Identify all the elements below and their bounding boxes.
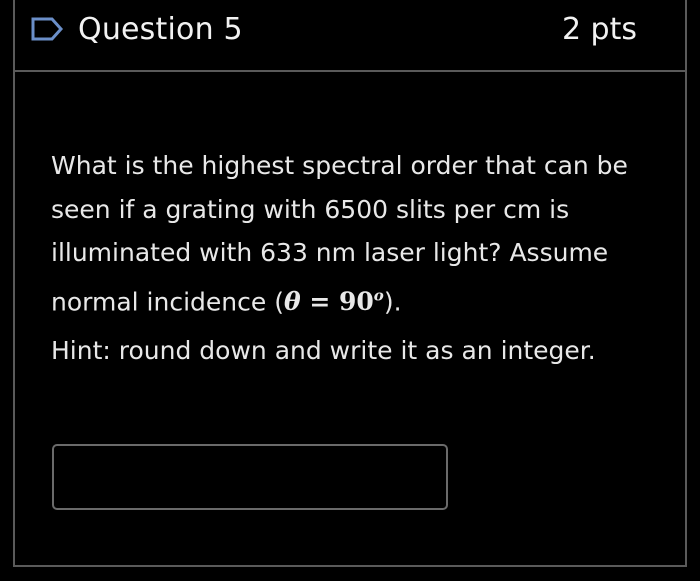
answer-input[interactable] (52, 444, 448, 510)
math-equals: = (300, 286, 339, 316)
question-prompt-end: ). (383, 286, 402, 316)
math-value: 90 (339, 286, 374, 316)
math-expression: θ = 90o (284, 287, 384, 316)
question-card: Question 5 2 pts What is the highest spe… (13, 0, 687, 567)
question-points: 2 pts (561, 12, 637, 47)
question-hint: Hint: round down and write it as an inte… (51, 336, 596, 365)
question-prompt: What is the highest spectral order that … (51, 144, 651, 323)
math-superscript: o (373, 286, 384, 305)
question-title: Question 5 (78, 12, 243, 47)
bookmark-flag-icon[interactable] (30, 16, 64, 42)
question-header: Question 5 2 pts (15, 0, 685, 72)
math-theta: θ (283, 286, 301, 316)
